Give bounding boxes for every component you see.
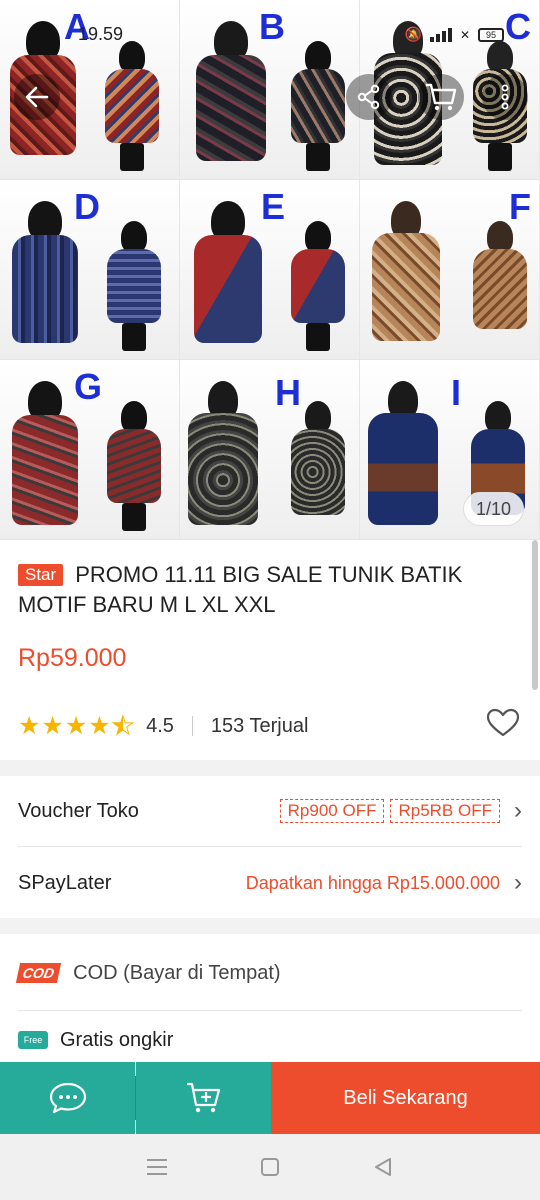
divider: [18, 1010, 522, 1011]
divider: [18, 846, 522, 847]
variant-image-e: E: [180, 180, 360, 360]
voucher-tag[interactable]: Rp5RB OFF: [390, 799, 500, 823]
delivery-card: COD COD (Bayar di Tempat) Free Gratis on…: [0, 934, 540, 1062]
home-square-icon: [260, 1158, 279, 1176]
rating-value: 4.5: [146, 714, 174, 737]
model-figure: [104, 41, 160, 171]
heart-icon: [486, 708, 520, 737]
model-figure: [186, 381, 260, 531]
model-figure: [106, 401, 162, 531]
sold-count: 153 Terjual: [210, 714, 309, 737]
variant-letter: E: [260, 186, 285, 227]
model-figure: [10, 201, 80, 351]
model-figure: [10, 381, 80, 531]
chevron-right-icon: ›: [514, 797, 522, 824]
model-figure: [472, 221, 528, 351]
home-button[interactable]: [250, 1147, 290, 1187]
voucher-tags: Rp900 OFF Rp5RB OFF ›: [279, 797, 522, 825]
system-navigation-bar: [0, 1134, 540, 1200]
battery-icon: 95: [478, 27, 504, 42]
rating-row: ★ ★ ★ ★ ★ 4.5 153 Terjual: [18, 708, 522, 744]
chevron-right-icon: ›: [514, 869, 522, 896]
star-icon: ★: [41, 712, 64, 740]
model-figure: [290, 41, 346, 171]
more-vert-icon: [501, 84, 509, 110]
add-to-cart-button[interactable]: [136, 1062, 271, 1134]
cart-button[interactable]: [418, 74, 464, 120]
share-icon: [357, 84, 380, 110]
back-triangle-icon: [375, 1158, 392, 1176]
model-figure: [106, 221, 162, 351]
variant-image-g: G: [0, 360, 180, 540]
model-figure: [192, 201, 264, 351]
cod-label: COD (Bayar di Tempat): [73, 961, 281, 984]
star-icon: ★: [18, 712, 41, 740]
product-image-grid: A B C D E F G H I: [0, 0, 540, 540]
model-figure: [370, 201, 442, 351]
variant-image-h: H: [180, 360, 360, 540]
product-info-section: Star PROMO 11.11 BIG SALE TUNIK BATIK MOT…: [0, 540, 540, 760]
chat-icon: [49, 1082, 86, 1114]
voucher-tag[interactable]: Rp900 OFF: [279, 799, 385, 823]
voucher-row[interactable]: Voucher Toko Rp900 OFF Rp5RB OFF ›: [18, 776, 522, 846]
paylater-row[interactable]: SPayLater Dapatkan hingga Rp15.000.000 ›: [18, 848, 522, 918]
star-icon: ★: [88, 712, 111, 740]
paylater-value: Dapatkan hingga Rp15.000.000: [245, 872, 500, 893]
status-icons: 🔕 ✕ 95: [404, 26, 504, 43]
system-back-button[interactable]: [363, 1147, 403, 1187]
promo-card: Voucher Toko Rp900 OFF Rp5RB OFF › SPayL…: [0, 776, 540, 918]
divider: [191, 716, 193, 736]
wifi-icon: ✕: [459, 27, 470, 42]
shipping-label: Gratis ongkir: [60, 1028, 174, 1051]
mute-icon: 🔕: [404, 26, 422, 42]
product-title-row: Star PROMO 11.11 BIG SALE TUNIK BATIK MOT…: [18, 560, 518, 620]
half-star-icon: ★: [111, 712, 135, 741]
cart-icon: [426, 83, 457, 111]
cod-row[interactable]: COD COD (Bayar di Tempat): [15, 938, 522, 1008]
product-price: Rp59.000: [18, 644, 127, 672]
free-shipping-truck-icon: Free: [18, 1031, 48, 1049]
share-button[interactable]: [346, 74, 392, 120]
back-button[interactable]: [14, 74, 60, 120]
product-image-gallery[interactable]: A B C D E F G H I 19.59 🔕 ✕ 95 1/10: [0, 0, 540, 540]
wishlist-button[interactable]: [486, 708, 520, 744]
variant-letter: I: [450, 372, 461, 413]
back-arrow-icon: [25, 86, 49, 108]
scroll-indicator: [532, 540, 538, 690]
bottom-action-bar: Beli Sekarang: [0, 1062, 540, 1134]
status-bar: 19.59 🔕 ✕ 95: [0, 24, 540, 46]
product-title: PROMO 11.11 BIG SALE TUNIK BATIK MOTIF B…: [18, 562, 463, 617]
variant-image-d: D: [0, 180, 180, 360]
cod-logo-icon: COD: [15, 963, 62, 983]
rating-stars: ★ ★ ★ ★ ★: [18, 712, 135, 741]
variant-image-f: F: [360, 180, 540, 360]
status-time: 19.59: [78, 24, 124, 44]
star-icon: ★: [64, 712, 88, 740]
paylater-label: SPayLater: [18, 871, 112, 894]
model-figure: [290, 221, 346, 351]
model-figure: [366, 381, 440, 531]
chat-button[interactable]: [0, 1062, 135, 1134]
model-figure: [290, 401, 346, 531]
voucher-label: Voucher Toko: [18, 799, 139, 822]
signal-icon: [429, 27, 452, 42]
image-page-indicator: 1/10: [462, 492, 524, 526]
add-to-cart-icon: [186, 1082, 220, 1113]
recent-apps-button[interactable]: [137, 1147, 177, 1187]
star-seller-badge: Star: [18, 564, 64, 586]
menu-icon: [146, 1159, 167, 1175]
paylater-right: Dapatkan hingga Rp15.000.000 ›: [246, 869, 522, 897]
buy-now-button[interactable]: Beli Sekarang: [271, 1062, 540, 1134]
more-options-button[interactable]: [482, 74, 528, 120]
shipping-row[interactable]: Free Gratis ongkir: [18, 1016, 522, 1064]
